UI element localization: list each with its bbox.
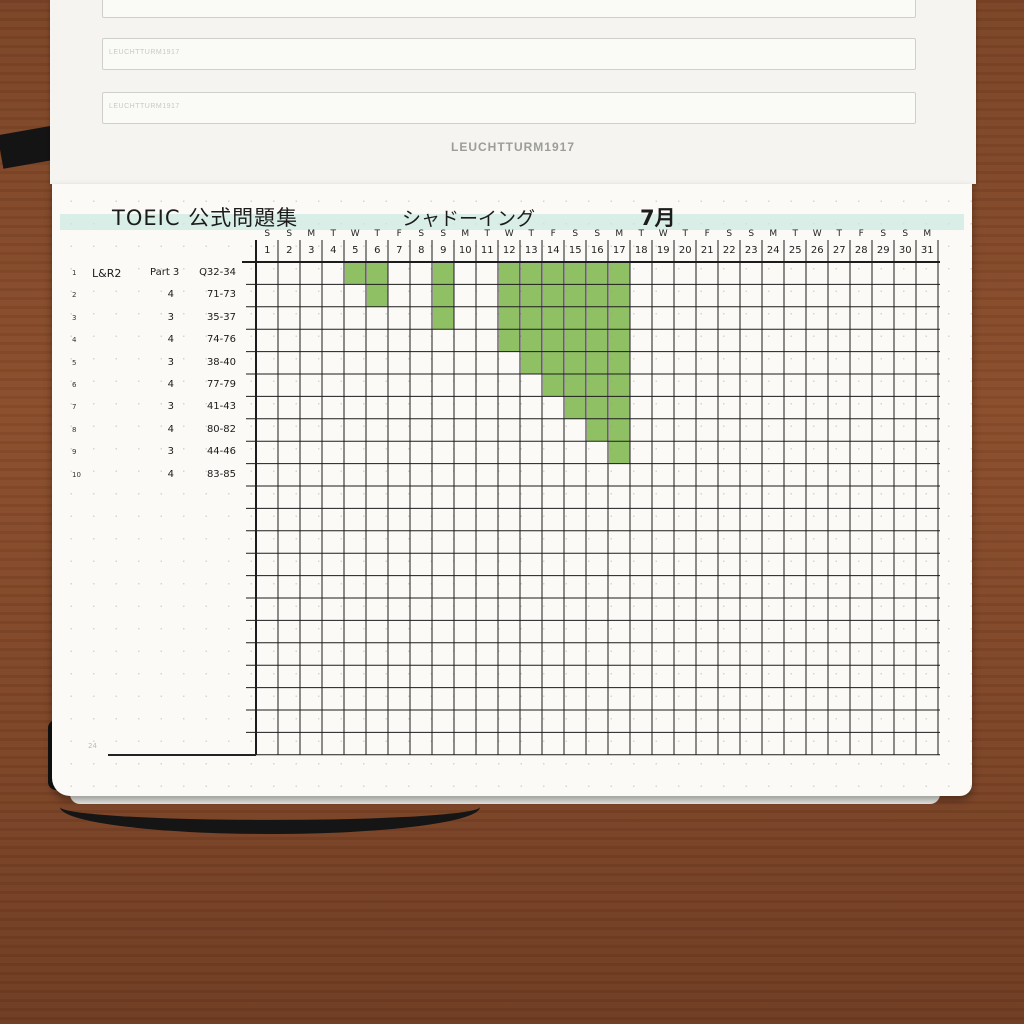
completed-cells-day-13 — [521, 263, 542, 374]
label-baseline — [108, 754, 256, 756]
bookmark-ribbon-bottom — [60, 780, 480, 834]
completed-cells-day-9 — [433, 263, 454, 330]
completed-cells-day-5 — [345, 263, 366, 285]
completed-cells-day-15 — [565, 263, 586, 419]
page-number: 24 — [88, 742, 97, 750]
habit-tracker-grid — [242, 240, 940, 756]
completed-cells-day-17 — [609, 263, 630, 464]
